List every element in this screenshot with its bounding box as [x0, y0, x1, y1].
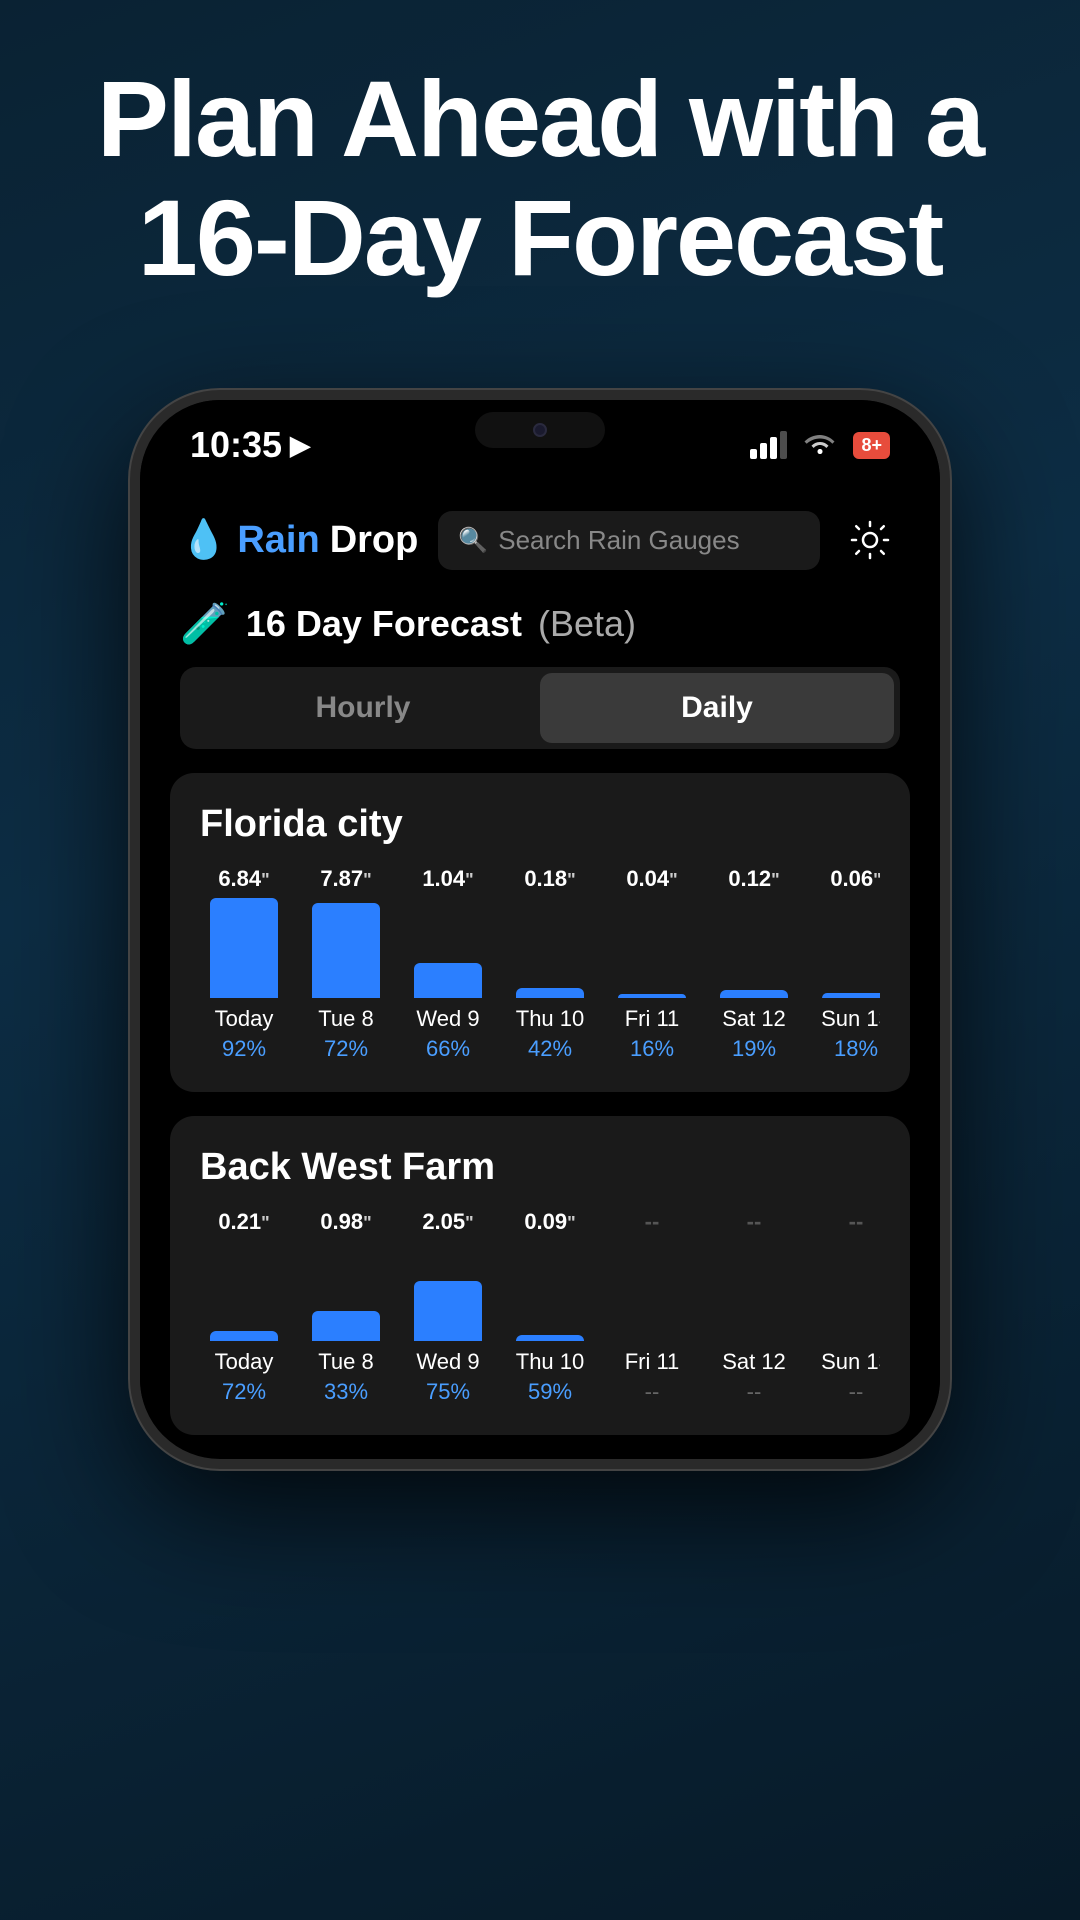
raindrop-icon: 💧: [180, 518, 227, 562]
back-west-farm-forecast-scroll: 0.21"Today72%0.98"Tue 833%2.05"Wed 975%0…: [200, 1209, 880, 1405]
forecast-day: 0.21"Today72%: [200, 1209, 288, 1405]
signal-bar-2: [760, 443, 767, 459]
forecast-day: 0.18"Thu 1042%: [506, 866, 594, 1062]
forecast-day: 7.87"Tue 872%: [302, 866, 390, 1062]
wifi-icon: [803, 427, 837, 463]
back-west-farm-label: Back West Farm: [200, 1146, 880, 1189]
hero-line2: 16-Day Forecast: [20, 179, 1060, 298]
status-bar: 10:35 ▶ 8+: [140, 400, 940, 490]
logo-rain-text: Rain: [237, 519, 319, 562]
forecast-day: --Fri 11--: [608, 1209, 696, 1405]
logo-drop-text: Drop: [330, 519, 419, 562]
signal-bar-4: [780, 431, 787, 459]
phone-mockup: 10:35 ▶ 8+: [130, 390, 950, 1469]
forecast-day: 2.05"Wed 975%: [404, 1209, 492, 1405]
forecast-day: 0.09"Thu 1059%: [506, 1209, 594, 1405]
status-icons: 8+: [750, 427, 890, 463]
hero-section: Plan Ahead with a 16-Day Forecast: [0, 60, 1080, 298]
forecast-day: 0.06"Sun 1318%: [812, 866, 880, 1062]
forecast-day: 0.04"Fri 1116%: [608, 866, 696, 1062]
forecast-day: --Sun 13--: [812, 1209, 880, 1405]
camera-notch: [475, 412, 605, 448]
forecast-day: --Sat 12--: [710, 1209, 798, 1405]
app-logo: 💧 Rain Drop: [180, 518, 418, 562]
signal-bar-1: [750, 449, 757, 459]
time-display: 10:35 ▶: [190, 424, 310, 466]
search-icon: 🔍: [458, 526, 488, 555]
settings-button[interactable]: [840, 510, 900, 570]
back-west-farm-card: Back West Farm 0.21"Today72%0.98"Tue 833…: [170, 1116, 910, 1435]
florida-city-forecast-scroll: 6.84"Today92%7.87"Tue 872%1.04"Wed 966%0…: [200, 866, 880, 1062]
forecast-day: 0.12"Sat 1219%: [710, 866, 798, 1062]
phone-content: 💧 Rain Drop 🔍 Search Rain Gauges 🧪 16 Day…: [140, 490, 940, 1435]
signal-bar-3: [770, 437, 777, 459]
tab-hourly[interactable]: Hourly: [186, 673, 540, 743]
flask-icon: 🧪: [180, 600, 230, 647]
battery-badge: 8+: [853, 432, 890, 459]
camera-dot: [533, 423, 547, 437]
tab-daily[interactable]: Daily: [540, 673, 894, 743]
forecast-day: 1.04"Wed 966%: [404, 866, 492, 1062]
app-header: 💧 Rain Drop 🔍 Search Rain Gauges: [140, 490, 940, 590]
search-bar[interactable]: 🔍 Search Rain Gauges: [438, 511, 820, 570]
forecast-title: 16 Day Forecast: [246, 603, 522, 645]
florida-city-label: Florida city: [200, 803, 880, 846]
time: 10:35: [190, 424, 282, 466]
forecast-day: 6.84"Today92%: [200, 866, 288, 1062]
signal-bars-icon: [750, 431, 787, 459]
hero-line1: Plan Ahead with a: [20, 60, 1060, 179]
forecast-header: 🧪 16 Day Forecast (Beta): [140, 590, 940, 667]
search-placeholder: Search Rain Gauges: [498, 525, 739, 556]
florida-city-card: Florida city 6.84"Today92%7.87"Tue 872%1…: [170, 773, 910, 1092]
forecast-beta-label: (Beta): [538, 603, 636, 645]
tab-switcher: Hourly Daily: [180, 667, 900, 749]
location-arrow-icon: ▶: [290, 430, 310, 461]
forecast-day: 0.98"Tue 833%: [302, 1209, 390, 1405]
